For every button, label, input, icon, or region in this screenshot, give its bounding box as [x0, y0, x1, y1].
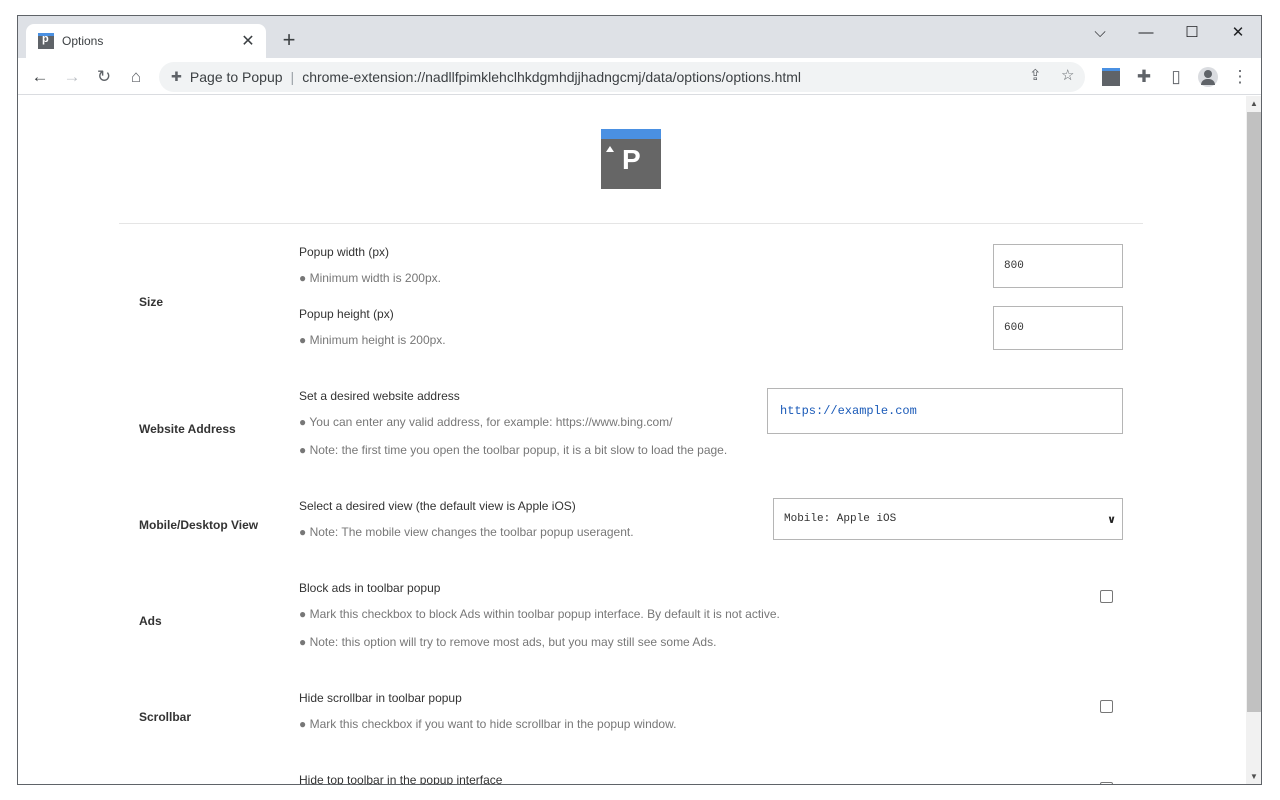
omnibox-separator: | — [290, 69, 295, 85]
back-arrow-icon[interactable]: ← — [26, 63, 54, 91]
header-divider — [119, 223, 1143, 224]
more-menu-icon[interactable]: ⋮ — [1226, 63, 1254, 91]
tab-close-icon[interactable]: ✕ — [240, 31, 256, 51]
scroll-up-arrow-icon[interactable]: ▲ — [1250, 99, 1258, 108]
view-select-value: Mobile: Apple iOS — [784, 513, 897, 525]
bookmark-star-icon[interactable]: ☆ — [1061, 66, 1074, 84]
scrollbar-note: ● Mark this checkbox if you want to hide… — [299, 717, 677, 731]
view-note: ● Note: The mobile view changes the tool… — [299, 525, 634, 539]
reload-icon[interactable]: ↻ — [90, 63, 118, 91]
extensions-puzzle-icon[interactable]: ✚ — [1130, 63, 1158, 91]
popup-height-input[interactable]: 600 — [993, 306, 1123, 350]
browser-toolbar: ← → ↻ ⌂ ✚ Page to Popup | chrome-extensi… — [18, 58, 1261, 95]
ads-warning-note: ● Note: this option will try to remove m… — [299, 635, 717, 649]
page-scrollbar[interactable]: ▲ ▼ — [1246, 96, 1261, 784]
block-ads-checkbox[interactable] — [1100, 590, 1113, 603]
forward-arrow-icon[interactable]: → — [58, 63, 86, 91]
close-window-icon[interactable]: ✕ — [1218, 20, 1258, 48]
new-tab-button[interactable]: + — [276, 28, 302, 54]
tab-search-chevron-down-icon[interactable]: ⌵ — [1080, 20, 1120, 48]
hide-toolbar-title: Hide top toolbar in the popup interface — [299, 773, 503, 785]
ads-title: Block ads in toolbar popup — [299, 581, 441, 595]
omnibox-url[interactable]: chrome-extension://nadllfpimklehclhkdgmh… — [302, 69, 801, 85]
website-address-title: Set a desired website address — [299, 389, 460, 403]
page-to-popup-extension-icon[interactable] — [1102, 68, 1120, 86]
address-bar[interactable]: ✚ Page to Popup | chrome-extension://nad… — [159, 62, 1085, 92]
omnibox-extension-name: Page to Popup — [189, 69, 283, 85]
ads-note: ● Mark this checkbox to block Ads within… — [299, 607, 780, 621]
tab-title: Options — [62, 34, 104, 48]
page-content: P Size Popup width (px) ● Minimum width … — [18, 96, 1246, 785]
website-address-input[interactable]: https://example.com — [767, 388, 1123, 434]
size-label: Size — [139, 295, 164, 309]
view-label: Mobile/Desktop View — [139, 518, 259, 532]
side-panel-icon[interactable]: ▯ — [1162, 63, 1190, 91]
tab-options[interactable]: Options ✕ — [26, 24, 266, 58]
view-select[interactable]: Mobile: Apple iOS ∨ — [773, 498, 1123, 540]
tab-strip: Options ✕ + ⌵ — ☐ ✕ — [18, 16, 1261, 58]
chevron-down-icon: ∨ — [1107, 512, 1116, 526]
page-to-popup-logo-icon: P — [601, 129, 661, 189]
website-address-label: Website Address — [139, 422, 236, 436]
view-title: Select a desired view (the default view … — [299, 499, 576, 513]
popup-height-note: ● Minimum height is 200px. — [299, 333, 446, 347]
hide-scrollbar-checkbox[interactable] — [1100, 700, 1113, 713]
browser-window: Options ✕ + ⌵ — ☐ ✕ ← → ↻ ⌂ ✚ Page to Po… — [17, 15, 1262, 785]
popup-width-note: ● Minimum width is 200px. — [299, 271, 441, 285]
scrollbar-label: Scrollbar — [139, 710, 192, 724]
popup-width-title: Popup width (px) — [299, 245, 390, 259]
scrollbar-title: Hide scrollbar in toolbar popup — [299, 691, 462, 705]
hide-toolbar-checkbox[interactable] — [1100, 782, 1113, 784]
website-address-slow-note: ● Note: the first time you open the tool… — [299, 443, 728, 457]
maximize-icon[interactable]: ☐ — [1172, 20, 1212, 48]
puzzle-piece-icon: ✚ — [171, 69, 182, 84]
website-address-note: ● You can enter any valid address, for e… — [299, 415, 673, 429]
home-icon[interactable]: ⌂ — [122, 63, 150, 91]
ads-label: Ads — [139, 614, 162, 628]
popup-width-input[interactable]: 800 — [993, 244, 1123, 288]
popup-height-title: Popup height (px) — [299, 307, 394, 321]
profile-avatar-icon[interactable] — [1198, 67, 1218, 87]
scrollbar-thumb[interactable] — [1247, 112, 1261, 712]
page-to-popup-favicon-icon — [38, 33, 54, 49]
share-icon[interactable]: ⇪ — [1029, 66, 1042, 84]
scroll-down-arrow-icon[interactable]: ▼ — [1250, 772, 1258, 781]
minimize-icon[interactable]: — — [1126, 20, 1166, 48]
